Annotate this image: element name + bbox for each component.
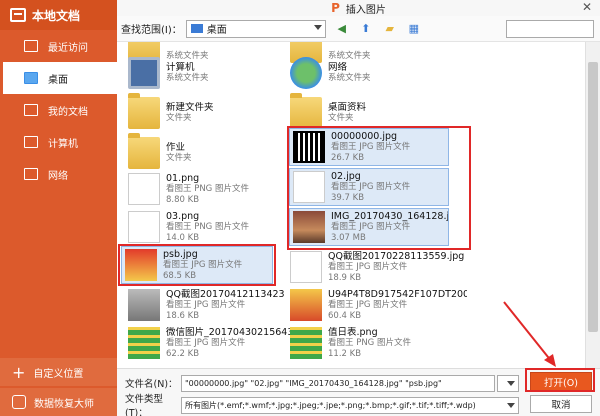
data-recovery-label: 数据恢复大师 (34, 398, 94, 410)
sidebar-item-label: 最近访问 (48, 42, 88, 54)
list-item[interactable]: 00000000.jpg 看图王 JPG 图片文件 26.7 KB (289, 128, 449, 166)
list-item[interactable]: 01.png 看图王 PNG 图片文件 8.80 KB (125, 170, 285, 208)
list-item[interactable]: IMG_20170430_164128.jpg看图王 JPG 图片文件3.07 … (289, 208, 449, 246)
sidebar: 本地文档 最近访问 桌面 我的文档 计算机 网络 + 自定义位置 数据恢复大师 (0, 0, 117, 416)
list-item[interactable]: U94P4T8D917542F107DT200... 看图王 JPG 图片文件 60… (287, 286, 467, 324)
sidebar-header-label: 本地文档 (32, 8, 81, 23)
filetype-value: 所有图片(*.emf;*.wmf;*.jpg;*.jpeg;*.jpe;*.pn… (185, 400, 476, 410)
image-thumbnail (128, 289, 160, 321)
filename-dropdown[interactable] (497, 374, 519, 392)
list-item[interactable]: 微信图片_20170430215643.jpg看图王 JPG 图片文件62.2 … (125, 324, 290, 362)
chevron-down-icon (313, 24, 322, 30)
chevron-down-icon (507, 380, 515, 386)
documents-icon (24, 104, 38, 116)
list-item[interactable]: psb.jpg 看图王 JPG 图片文件 68.5 KB (121, 246, 273, 284)
folder-icon (128, 133, 160, 169)
list-item[interactable]: 03.png 看图王 PNG 图片文件 14.0 KB (125, 208, 285, 246)
sidebar-item-label: 计算机 (48, 138, 78, 150)
recovery-icon (12, 395, 26, 409)
image-file-icon (290, 251, 322, 283)
list-item[interactable]: QQ截图20170412113423.jpg看图王 JPG 图片文件18.6 K… (125, 286, 285, 324)
view-menu-icon[interactable]: ▦ (406, 21, 422, 37)
image-thumbnail (290, 327, 322, 359)
file-list: 系统文件夹 系统文件夹 计算机 系统文件夹 网络 系统文件夹 新建文件夹 文件夹 桌面… (117, 42, 585, 368)
close-icon[interactable]: ✕ (582, 0, 592, 14)
list-item[interactable]: 新建文件夹 文件夹 (125, 93, 285, 132)
filetype-label: 文件类型(T)： (125, 394, 164, 416)
list-item[interactable]: 网络 系统文件夹 (287, 54, 447, 92)
scrollbar-thumb[interactable] (588, 62, 598, 332)
title-bar: P 插入图片 ✕ (117, 0, 600, 16)
toolbar: 查找范围(I)： 桌面 ◀ ⬆ ▰ ▦ (117, 16, 600, 42)
computer-icon (128, 57, 160, 89)
computer-icon (24, 136, 38, 148)
plus-icon: + (12, 362, 26, 382)
filename-input[interactable]: "00000000.jpg" "02.jpg" "IMG_20170430_16… (181, 374, 495, 392)
recent-icon (24, 40, 38, 52)
custom-location-label: 自定义位置 (33, 368, 84, 380)
custom-location-button[interactable]: + 自定义位置 (0, 358, 117, 386)
sidebar-item-label: 网络 (48, 170, 68, 182)
desktop-icon (24, 72, 38, 84)
image-thumbnail (125, 249, 157, 281)
image-file-icon (293, 171, 325, 203)
list-item[interactable]: 作业 文件夹 (125, 133, 285, 172)
qr-code-thumbnail (293, 131, 325, 163)
sidebar-item-label: 我的文档 (48, 106, 88, 118)
desktop-icon (190, 24, 203, 33)
look-in-select[interactable]: 桌面 (185, 19, 326, 38)
open-button[interactable]: 打开(O) (530, 372, 592, 391)
scrollbar[interactable] (585, 42, 600, 368)
filename-value: "00000000.jpg" "02.jpg" "IMG_20170430_16… (185, 378, 442, 388)
back-icon[interactable]: ◀ (334, 21, 350, 37)
sidebar-item-documents[interactable]: 我的文档 (0, 94, 117, 126)
filename-label: 文件名(N)： (125, 379, 178, 390)
network-icon (290, 57, 322, 89)
network-icon (24, 168, 38, 180)
wps-logo-icon: P (331, 1, 340, 15)
dialog-title: 插入图片 (345, 4, 386, 16)
list-item[interactable]: 值日表.png 看图王 PNG 图片文件 11.2 KB (287, 324, 447, 362)
sidebar-item-recent[interactable]: 最近访问 (0, 30, 117, 62)
folder-icon (290, 93, 322, 129)
image-thumbnail (290, 289, 322, 321)
filetype-select[interactable]: 所有图片(*.emf;*.wmf;*.jpg;*.jpeg;*.jpe;*.pn… (181, 396, 519, 414)
list-item[interactable]: QQ截图20170228113559.jpg 看图王 JPG 图片文件 18.9 K… (287, 248, 467, 286)
look-in-value: 桌面 (206, 25, 227, 36)
image-file-icon (128, 211, 160, 243)
sidebar-item-network[interactable]: 网络 (0, 158, 117, 190)
list-item[interactable]: 02.jpg 看图王 JPG 图片文件 39.7 KB (289, 168, 449, 206)
chevron-down-icon (507, 402, 515, 408)
list-item[interactable]: 计算机 系统文件夹 (125, 54, 285, 92)
look-in-label: 查找范围(I)： (121, 25, 182, 36)
folder-icon (128, 93, 160, 129)
folder-icon (10, 8, 26, 22)
bottom-bar: 文件名(N)： "00000000.jpg" "02.jpg" "IMG_201… (117, 368, 600, 416)
cancel-button[interactable]: 取消 (530, 395, 592, 413)
list-item[interactable]: 桌面资料 文件夹 (287, 93, 447, 132)
up-folder-icon[interactable]: ⬆ (358, 21, 374, 37)
sidebar-item-desktop[interactable]: 桌面 (0, 62, 117, 94)
sidebar-item-computer[interactable]: 计算机 (0, 126, 117, 158)
photo-thumbnail (293, 211, 325, 243)
data-recovery-button[interactable]: 数据恢复大师 (0, 388, 117, 416)
image-file-icon (128, 173, 160, 205)
image-thumbnail (128, 327, 160, 359)
search-input[interactable] (506, 20, 594, 38)
new-folder-icon[interactable]: ▰ (382, 21, 398, 37)
sidebar-header: 本地文档 (0, 0, 117, 30)
sidebar-item-label: 桌面 (48, 74, 68, 86)
